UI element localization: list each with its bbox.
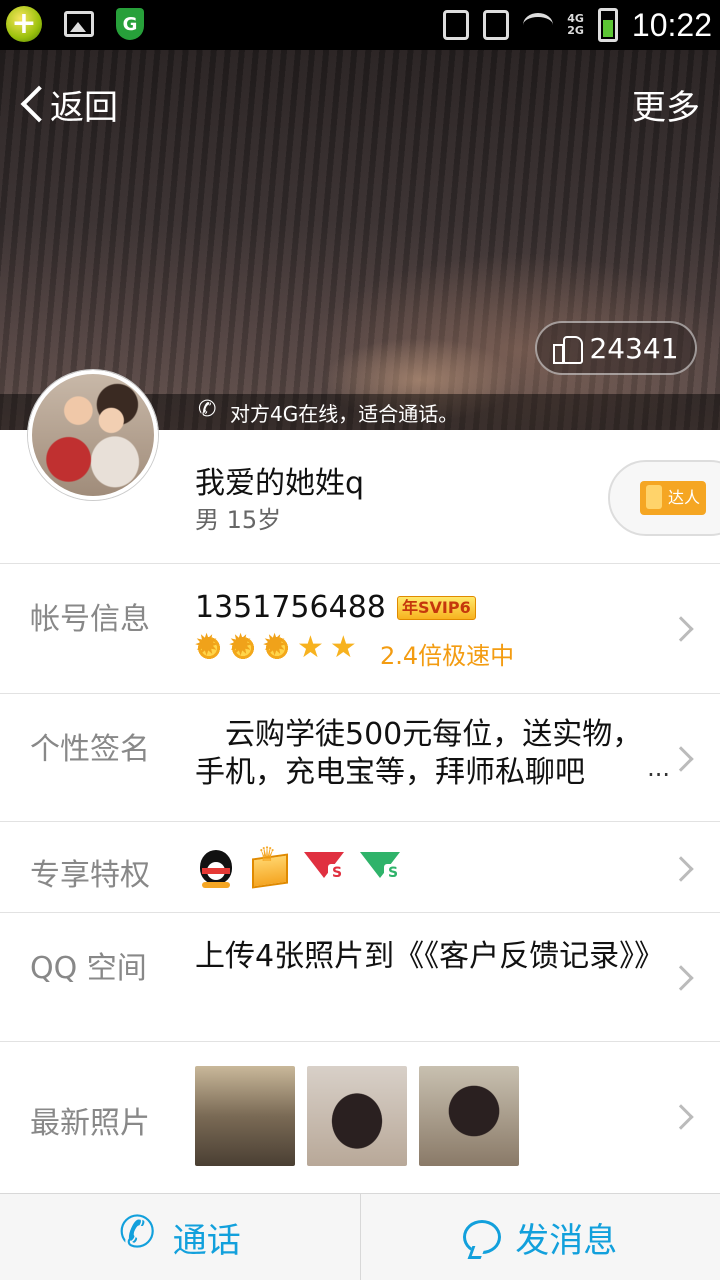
profile-gender-age: 男 15岁: [195, 506, 282, 534]
row-label-privileges: 专享特权: [30, 858, 150, 893]
photo-thumbnail[interactable]: [307, 1066, 407, 1166]
back-label: 返回: [50, 88, 118, 128]
photo-strip: [195, 1066, 519, 1166]
account-number: 1351756488: [195, 590, 386, 625]
sun-icon: [228, 628, 257, 663]
call-hint-text: 对方4G在线，适合通话。: [230, 401, 459, 426]
speed-text: 2.4倍极速中: [380, 642, 515, 670]
send-message-button[interactable]: 发消息: [359, 1194, 720, 1280]
back-button[interactable]: 返回: [16, 80, 118, 129]
row-account-info[interactable]: 帐号信息 1351756488 年SVIP6 ★ ★ 2.4倍极速中: [0, 563, 720, 693]
clock: 10:22: [631, 6, 712, 43]
red-diamond-icon[interactable]: S: [304, 848, 346, 882]
privilege-icons: ♛ S S: [196, 842, 402, 889]
profile-name: 我爱的她姓q: [195, 466, 365, 501]
expert-badge: 达人: [640, 481, 707, 515]
signature-text: 云购学徒500元每位，送实物，手机，充电宝等，拜师私聊吧: [195, 717, 643, 790]
star-icon: ★: [297, 630, 324, 665]
level-stars: ★ ★: [194, 628, 357, 665]
bottom-action-bar: 通话 发消息: [0, 1193, 720, 1280]
sun-icon: [194, 628, 223, 663]
chevron-right-icon: [668, 856, 694, 882]
row-label-photos: 最新照片: [30, 1106, 150, 1141]
phone-icon: [119, 1207, 159, 1258]
wifi-icon: [523, 13, 554, 37]
star-icon: ★: [329, 630, 357, 665]
row-latest-photos[interactable]: 最新照片: [0, 1041, 720, 1193]
chevron-right-icon: [668, 746, 694, 772]
call-button[interactable]: 通话: [0, 1194, 360, 1280]
gallery-icon: [64, 11, 94, 37]
like-button[interactable]: 24341: [535, 321, 697, 375]
row-label-account: 帐号信息: [30, 602, 150, 637]
chevron-right-icon: [668, 965, 694, 991]
plus-app-icon: +: [6, 6, 42, 42]
phone-icon: [198, 397, 218, 422]
shield-icon: G: [116, 8, 144, 40]
chat-bubble-icon: [463, 1220, 502, 1254]
status-bar: + G 4G 2G 10:22: [0, 0, 720, 50]
network-2g: 2G: [567, 24, 584, 37]
signature-ellipsis: ...: [647, 754, 670, 782]
row-signature[interactable]: 个性签名 云购学徒500元每位，送实物，手机，充电宝等，拜师私聊吧 ...: [0, 693, 720, 821]
row-label-signature: 个性签名: [30, 732, 150, 767]
top-nav: 返回 更多: [0, 50, 720, 150]
vip-crown-icon[interactable]: ♛: [250, 842, 290, 889]
svip-badge: 年SVIP6: [397, 596, 476, 620]
chevron-right-icon: [668, 1104, 694, 1130]
green-diamond-icon[interactable]: S: [360, 848, 402, 882]
chevron-left-icon: [16, 85, 46, 125]
qq-penguin-icon[interactable]: [196, 842, 236, 888]
like-count: 24341: [589, 331, 679, 365]
row-qzone[interactable]: QQ 空间 上传4张照片到《《客户反馈记录》》: [0, 912, 720, 1041]
photo-thumbnail[interactable]: [419, 1066, 519, 1166]
battery-icon: [597, 8, 618, 42]
row-privileges[interactable]: 专享特权 ♛ S S: [0, 821, 720, 912]
chevron-right-icon: [668, 616, 694, 642]
status-notifications: + G: [6, 6, 144, 42]
mute-icon: [483, 10, 510, 40]
status-indicators: 4G 2G 10:22: [443, 0, 712, 50]
expert-button[interactable]: 达人: [608, 460, 720, 536]
vibrate-icon: [443, 10, 470, 40]
sun-icon: [262, 628, 291, 663]
call-label: 通话: [172, 1220, 241, 1261]
more-button[interactable]: 更多: [632, 80, 700, 129]
network-indicator: 4G 2G: [567, 13, 584, 37]
qzone-text: 上传4张照片到《《客户反馈记录》》: [195, 939, 665, 974]
row-label-qzone: QQ 空间: [30, 951, 147, 986]
message-label: 发消息: [515, 1220, 618, 1261]
thumbs-up-icon: [553, 334, 584, 364]
avatar[interactable]: [28, 370, 158, 500]
photo-thumbnail[interactable]: [195, 1066, 295, 1166]
